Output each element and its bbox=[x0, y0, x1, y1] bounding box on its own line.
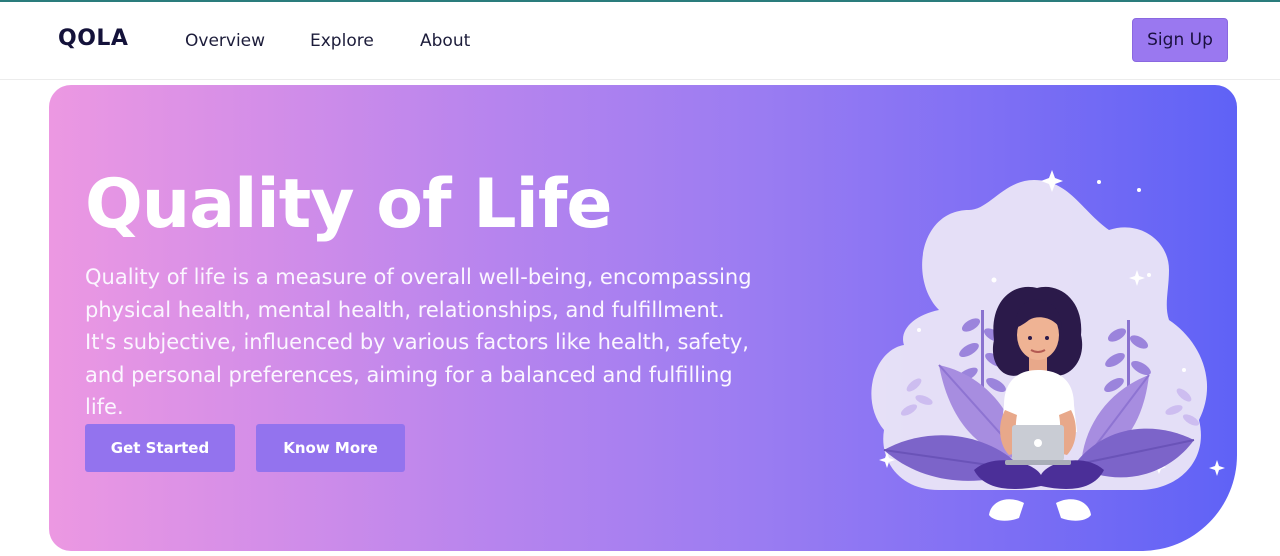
meditating-woman-laptop-illustration bbox=[871, 170, 1225, 521]
site-header: QOLA Overview Explore About Sign Up bbox=[0, 2, 1280, 80]
get-started-button[interactable]: Get Started bbox=[85, 424, 235, 472]
logo[interactable]: QOLA bbox=[58, 26, 128, 51]
nav-item-overview[interactable]: Overview bbox=[185, 31, 265, 51]
nav-item-about[interactable]: About bbox=[420, 31, 470, 51]
hero-description: Quality of life is a measure of overall … bbox=[85, 265, 752, 419]
sign-up-button[interactable]: Sign Up bbox=[1132, 18, 1228, 62]
hero-title: Quality of Life bbox=[85, 165, 613, 244]
hero-banner: Quality of Life Quality of life is a mea… bbox=[49, 85, 1237, 551]
know-more-button[interactable]: Know More bbox=[256, 424, 405, 472]
nav-item-explore[interactable]: Explore bbox=[310, 31, 374, 51]
